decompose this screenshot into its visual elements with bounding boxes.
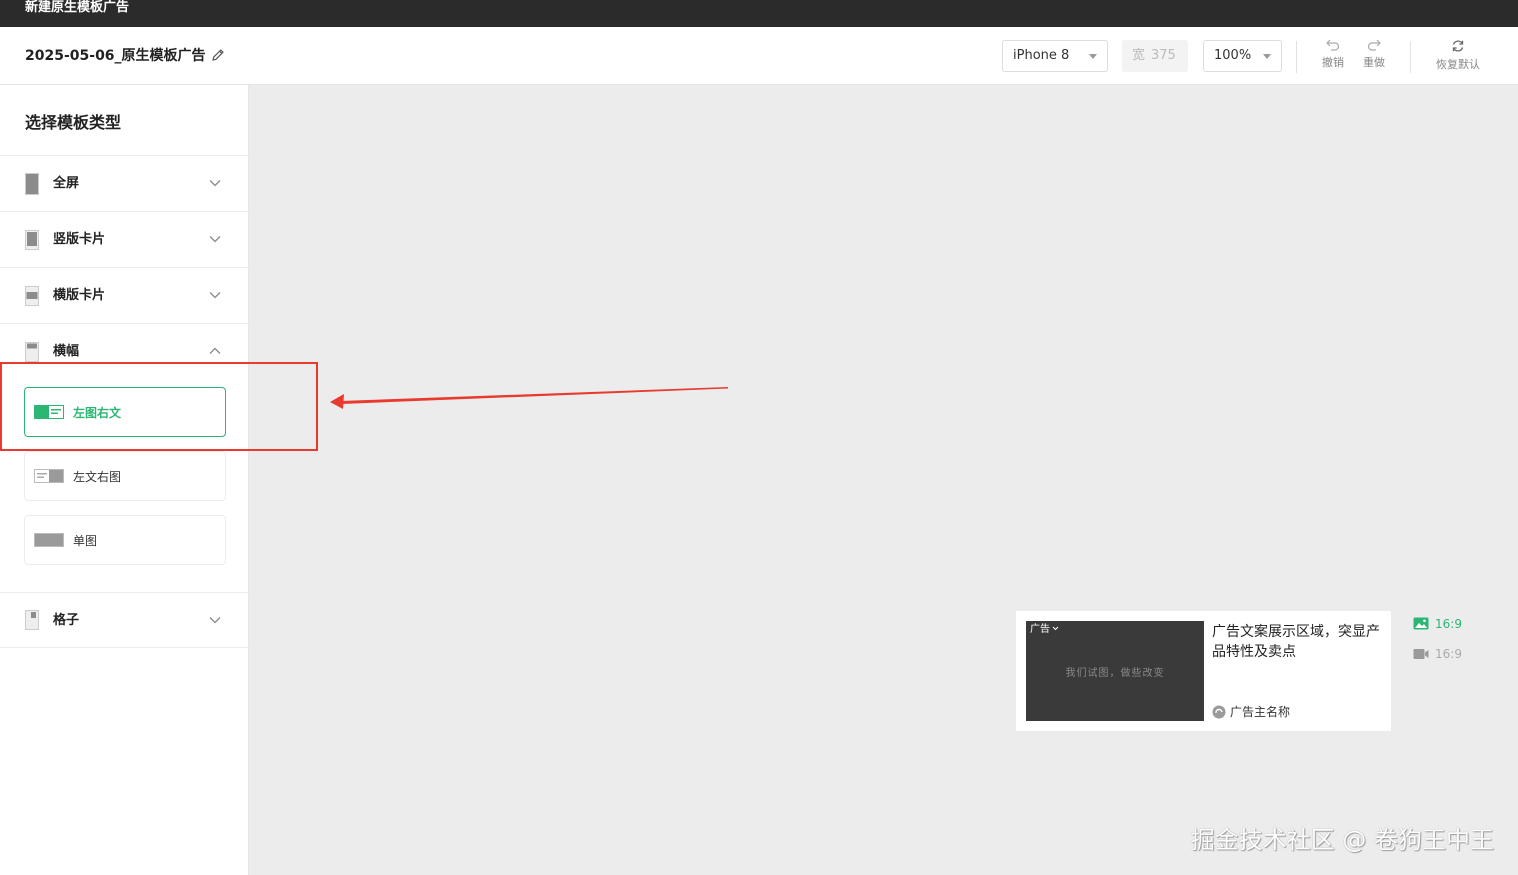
watermark: 掘金技术社区 @ 卷狗王中王 [1190, 826, 1494, 854]
category-label: 横幅 [53, 344, 80, 359]
ad-preview-card[interactable]: 广告 我们试图，做些改变 广告文案展示区域，突显产品特性及卖点 广告主名称 [1016, 611, 1391, 731]
redo-button[interactable]: 重做 [1354, 39, 1394, 70]
reset-default-label: 恢复默认 [1436, 58, 1480, 71]
zoom-select[interactable]: 100% [1203, 40, 1282, 72]
top-toolbar: 2025-05-06_原生模板广告 iPhone 8 宽 375 100% 撤销 … [0, 27, 1518, 85]
device-select[interactable]: iPhone 8 [1002, 40, 1108, 72]
video-ratio-toggle[interactable]: 16:9 [1413, 646, 1462, 662]
window-titlebar: 新建原生模板广告 [0, 0, 1518, 27]
chevron-down-icon [209, 180, 221, 187]
undo-icon [1326, 39, 1340, 51]
category-grid[interactable]: 格子 [0, 592, 249, 648]
device-select-value: iPhone 8 [1013, 48, 1070, 63]
redo-label: 重做 [1363, 56, 1385, 69]
ad-image[interactable]: 广告 我们试图，做些改变 [1026, 621, 1204, 721]
ad-copy-text: 广告文案展示区域，突显产品特性及卖点 [1212, 624, 1380, 660]
single-image-icon [34, 533, 64, 547]
advertiser-name: 广告主名称 [1212, 704, 1290, 720]
toolbar-divider [1410, 41, 1411, 73]
zoom-select-value: 100% [1214, 48, 1252, 63]
category-horizontal-card[interactable]: 横版卡片 [0, 268, 249, 324]
video-icon [1413, 649, 1429, 659]
horizontal-card-template-icon [25, 286, 39, 306]
category-label: 格子 [53, 613, 80, 628]
fullscreen-template-icon [25, 173, 39, 195]
banner-template-icon [25, 342, 39, 362]
image-ratio-label: 16:9 [1435, 617, 1462, 631]
caret-down-icon [1263, 54, 1271, 59]
video-ratio-label: 16:9 [1435, 647, 1462, 661]
category-label: 竖版卡片 [53, 232, 106, 247]
advertiser-label: 广告主名称 [1230, 705, 1291, 719]
reset-default-button[interactable]: 恢复默认 [1428, 39, 1488, 72]
ad-tag[interactable]: 广告 [1030, 624, 1059, 636]
image-icon [1413, 617, 1429, 630]
category-label: 全屏 [53, 176, 80, 191]
vertical-card-template-icon [25, 230, 39, 250]
width-field: 宽 375 [1122, 40, 1188, 72]
chevron-down-icon [1052, 626, 1059, 631]
undo-button[interactable]: 撤销 [1313, 39, 1353, 70]
option-label: 单图 [73, 534, 98, 548]
refresh-icon [1452, 40, 1464, 52]
ad-image-slogan: 我们试图，做些改变 [1065, 668, 1165, 679]
category-vertical-card[interactable]: 竖版卡片 [0, 212, 249, 268]
ad-tag-label: 广告 [1030, 624, 1050, 635]
width-value: 375 [1151, 48, 1176, 63]
document-name: 2025-05-06_原生模板广告 [25, 48, 206, 64]
edit-name-icon[interactable] [210, 47, 226, 63]
chevron-down-icon [209, 617, 221, 624]
left-text-right-image-icon [34, 469, 64, 483]
window-title: 新建原生模板广告 [25, 0, 130, 15]
annotation-highlight-box [0, 362, 318, 451]
undo-label: 撤销 [1322, 56, 1344, 69]
advertiser-avatar-icon [1212, 705, 1226, 719]
template-type-sidebar: 选择模板类型 全屏 竖版卡片 横版卡片 横幅 左图右文 左文右图 单图 格子 [0, 85, 249, 875]
image-ratio-toggle[interactable]: 16:9 [1413, 616, 1462, 632]
annotation-arrow [330, 387, 728, 409]
width-label: 宽 [1132, 48, 1146, 63]
option-label: 左文右图 [73, 470, 122, 484]
caret-down-icon [1089, 54, 1097, 59]
banner-option-single-image[interactable]: 单图 [24, 515, 226, 565]
banner-option-left-text-right-image[interactable]: 左文右图 [24, 451, 226, 501]
chevron-down-icon [209, 292, 221, 299]
category-label: 横版卡片 [53, 288, 106, 303]
category-fullscreen[interactable]: 全屏 [0, 156, 249, 212]
chevron-up-icon [209, 347, 221, 354]
grid-template-icon [25, 610, 39, 630]
sidebar-title: 选择模板类型 [25, 113, 122, 132]
toolbar-divider [1296, 41, 1297, 73]
redo-icon [1367, 39, 1381, 51]
chevron-down-icon [209, 236, 221, 243]
